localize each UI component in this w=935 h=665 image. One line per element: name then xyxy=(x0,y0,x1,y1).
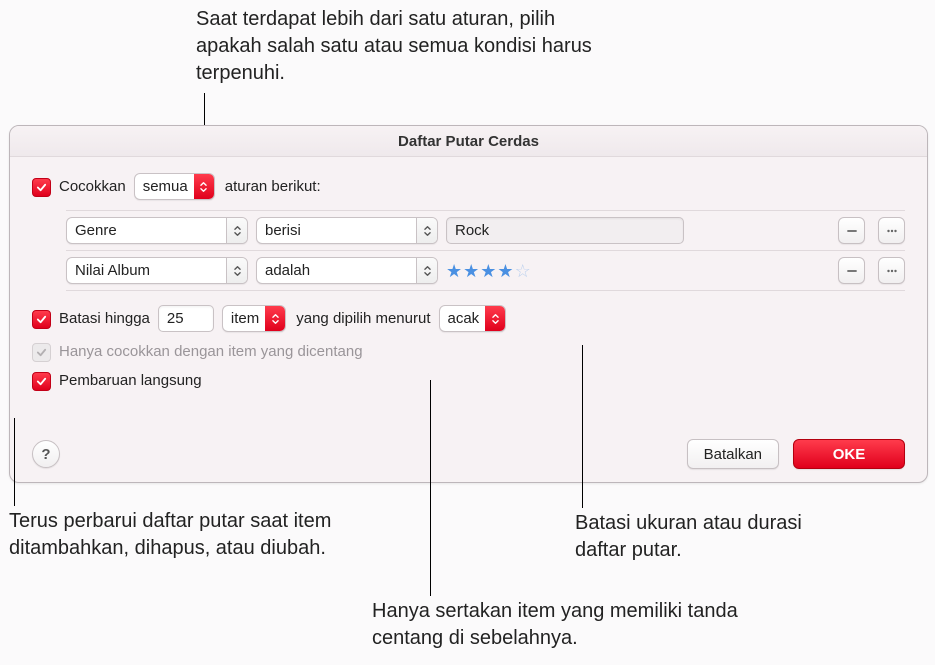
rule-more-button[interactable] xyxy=(878,217,905,244)
limit-by-label: yang dipilih menurut xyxy=(296,310,430,327)
match-mode-popup[interactable]: semua xyxy=(134,173,215,200)
limit-by-popup[interactable]: acak xyxy=(439,305,507,332)
cancel-button[interactable]: Batalkan xyxy=(687,439,779,469)
callout-top: Saat terdapat lebih dari satu aturan, pi… xyxy=(196,6,626,87)
rule-op-popup[interactable]: adalah xyxy=(256,257,438,284)
star-icon: ★ xyxy=(480,262,496,280)
callout-bottom-left: Terus perbarui daftar putar saat item di… xyxy=(9,508,339,562)
minus-icon xyxy=(846,265,858,277)
star-icon: ★ xyxy=(497,262,513,280)
ellipsis-icon xyxy=(886,225,898,237)
rule-field-value: Nilai Album xyxy=(75,262,150,279)
only-checked-row: Hanya cocokkan dengan item yang dicentan… xyxy=(32,342,905,361)
popup-knob-icon xyxy=(485,306,505,331)
limit-unit-value: item xyxy=(231,310,259,327)
minus-icon xyxy=(846,225,858,237)
match-mode-value: semua xyxy=(143,178,188,195)
star-icon: ★ xyxy=(446,262,462,280)
smart-playlist-dialog: Daftar Putar Cerdas Cocokkan semua atura… xyxy=(9,125,928,483)
rule-field-popup[interactable]: Nilai Album xyxy=(66,257,248,284)
remove-rule-button[interactable] xyxy=(838,217,865,244)
only-checked-checkbox xyxy=(32,343,51,362)
callout-line xyxy=(14,418,15,506)
match-label-left: Cocokkan xyxy=(59,178,126,195)
limit-unit-popup[interactable]: item xyxy=(222,305,286,332)
match-row: Cocokkan semua aturan berikut: xyxy=(32,173,905,200)
popup-knob-icon xyxy=(226,218,247,243)
limit-label: Batasi hingga xyxy=(59,310,150,327)
rule-op-value: adalah xyxy=(265,262,310,279)
only-checked-label: Hanya cocokkan dengan item yang dicentan… xyxy=(59,343,363,360)
ok-button[interactable]: OKE xyxy=(793,439,905,469)
live-update-row: Pembaruan langsung xyxy=(32,371,905,390)
rule-op-popup[interactable]: berisi xyxy=(256,217,438,244)
live-update-label: Pembaruan langsung xyxy=(59,372,202,389)
dialog-footer: ? Batalkan OKE xyxy=(32,439,905,469)
help-button[interactable]: ? xyxy=(32,440,60,468)
callout-line xyxy=(430,380,431,596)
rule-row: Nilai Album adalah ★ ★ ★ xyxy=(66,250,905,290)
rule-value-text: Rock xyxy=(455,222,489,239)
rule-op-value: berisi xyxy=(265,222,301,239)
rule-field-popup[interactable]: Genre xyxy=(66,217,248,244)
popup-knob-icon xyxy=(226,258,247,283)
remove-rule-button[interactable] xyxy=(838,257,865,284)
match-label-right: aturan berikut: xyxy=(225,178,321,195)
rules-list: Genre berisi Rock xyxy=(66,210,905,291)
limit-row: Batasi hingga 25 item yang dipilih menur… xyxy=(32,305,905,332)
limit-checkbox[interactable] xyxy=(32,310,51,329)
ellipsis-icon xyxy=(886,265,898,277)
limit-value-text: 25 xyxy=(167,310,184,327)
rule-row: Genre berisi Rock xyxy=(66,211,905,250)
star-icon: ☆ xyxy=(515,262,531,280)
callout-bottom-mid: Hanya sertakan item yang memiliki tanda … xyxy=(372,598,792,652)
rule-more-button[interactable] xyxy=(878,257,905,284)
limit-value-field[interactable]: 25 xyxy=(158,305,214,332)
popup-knob-icon xyxy=(265,306,285,331)
match-checkbox[interactable] xyxy=(32,178,51,197)
rule-value-field[interactable]: Rock xyxy=(446,217,684,244)
popup-knob-icon xyxy=(416,258,437,283)
dialog-body: Cocokkan semua aturan berikut: Genre xyxy=(10,157,927,483)
rule-field-value: Genre xyxy=(75,222,117,239)
callout-bottom-right: Batasi ukuran atau durasi daftar putar. xyxy=(575,510,855,564)
callout-line xyxy=(582,345,583,508)
popup-knob-icon xyxy=(194,174,214,199)
live-update-checkbox[interactable] xyxy=(32,372,51,391)
popup-knob-icon xyxy=(416,218,437,243)
rule-stars[interactable]: ★ ★ ★ ★ ☆ xyxy=(446,262,531,280)
star-icon: ★ xyxy=(463,262,479,280)
dialog-title: Daftar Putar Cerdas xyxy=(10,126,927,157)
limit-by-value: acak xyxy=(448,310,480,327)
